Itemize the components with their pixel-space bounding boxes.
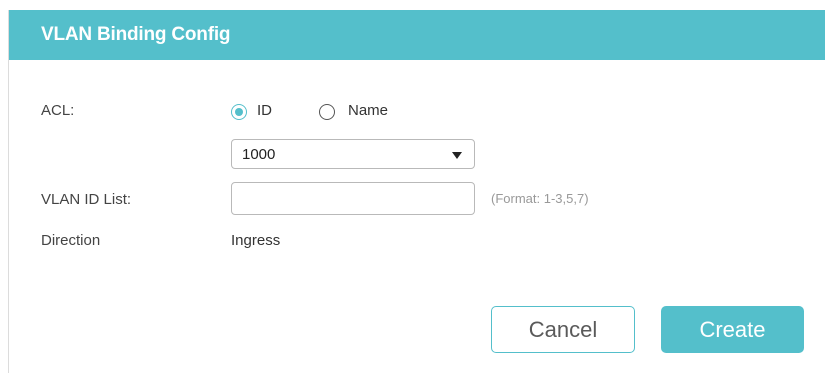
- direction-value: Ingress: [231, 232, 281, 249]
- dialog-title: VLAN Binding Config: [41, 24, 231, 45]
- vlan-id-list-format-hint: (Format: 1-3,5,7): [491, 191, 589, 206]
- create-button[interactable]: Create: [661, 306, 804, 353]
- acl-name-radio[interactable]: [319, 104, 335, 120]
- radio-selected-dot: [235, 108, 243, 116]
- vlan-id-list-label: VLAN ID List:: [41, 191, 132, 208]
- direction-label: Direction: [41, 232, 101, 249]
- acl-id-select-value: 1000: [242, 146, 276, 163]
- vlan-id-list-input[interactable]: [231, 182, 475, 215]
- dialog-header: VLAN Binding Config: [9, 10, 825, 60]
- chevron-down-icon: [452, 152, 462, 159]
- acl-name-radio-label[interactable]: Name: [348, 102, 388, 119]
- acl-id-radio[interactable]: [231, 104, 247, 120]
- acl-id-select[interactable]: 1000: [231, 139, 475, 169]
- acl-id-radio-label[interactable]: ID: [257, 102, 272, 119]
- acl-label: ACL:: [41, 102, 75, 119]
- vlan-binding-dialog: VLAN Binding Config ACL: ID Name 1000 VL…: [8, 10, 825, 373]
- cancel-button[interactable]: Cancel: [491, 306, 635, 353]
